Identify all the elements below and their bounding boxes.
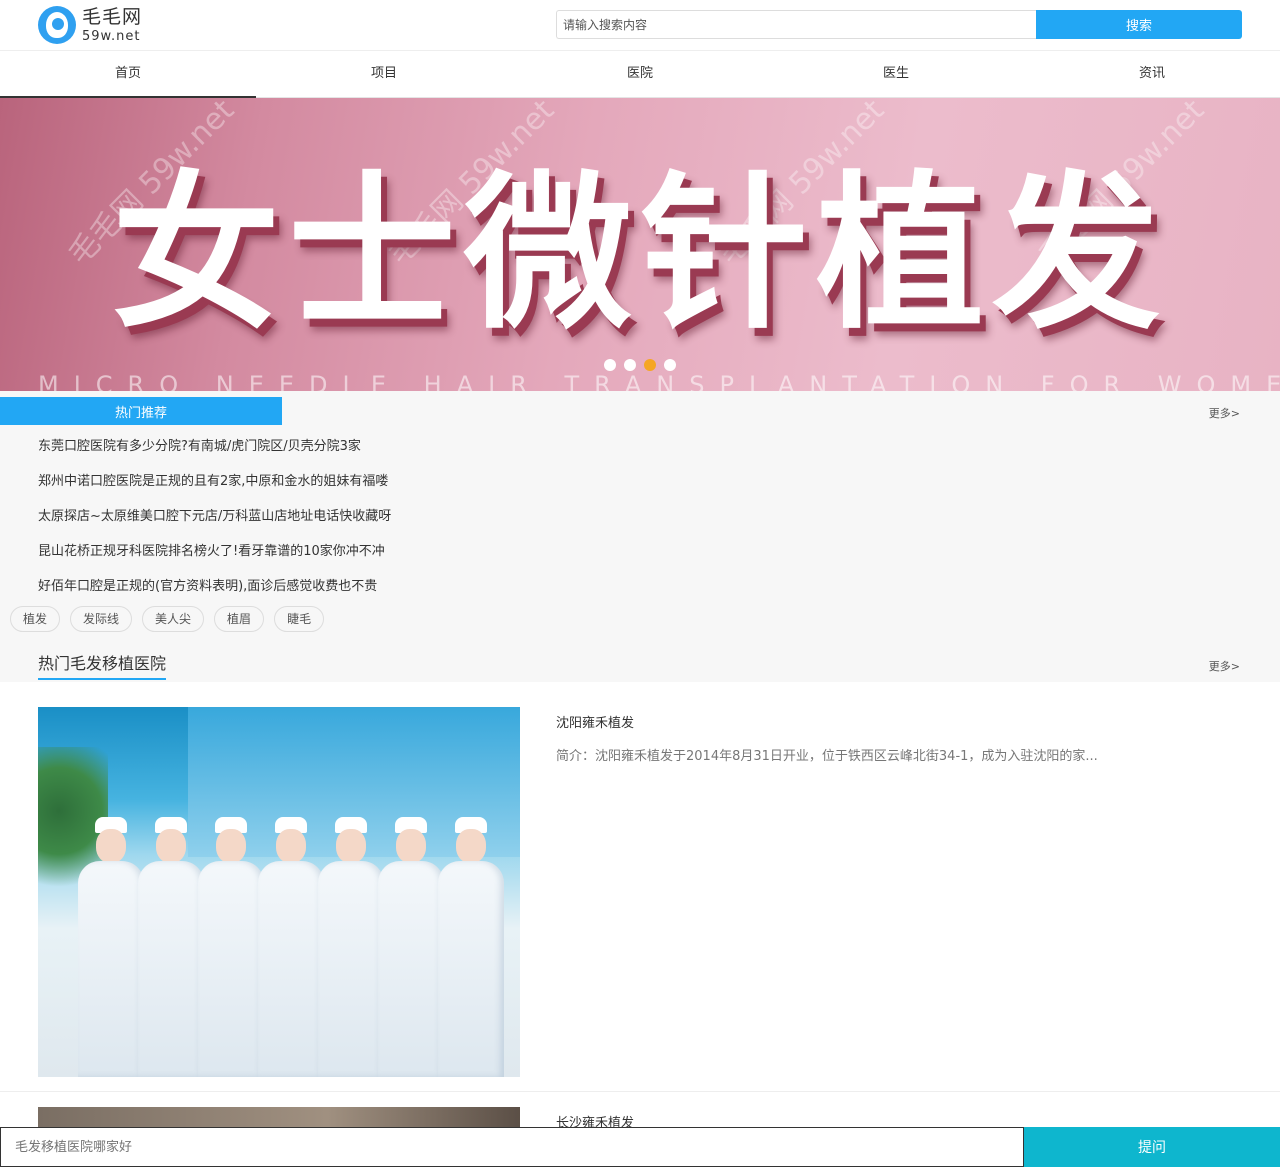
photo-nurse — [258, 817, 324, 1077]
site-header: 毛毛网 59w.net 搜索 — [0, 0, 1280, 50]
nav-item-hospitals[interactable]: 医院 — [512, 51, 768, 97]
ask-bar: 提问 — [0, 1127, 1280, 1167]
list-item[interactable]: 郑州中诺口腔医院是正规的且有2家,中原和金水的姐妹有福喽 — [0, 464, 1280, 499]
nav-item-doctors[interactable]: 医生 — [768, 51, 1024, 97]
tag-list: 植发 发际线 美人尖 植眉 睫毛 — [0, 606, 1280, 632]
tag-widows-peak[interactable]: 美人尖 — [142, 606, 205, 632]
tag-eyebrow[interactable]: 植眉 — [214, 606, 265, 632]
hot-recommend-tab[interactable]: 热门推荐 — [0, 397, 282, 425]
hospital-card[interactable]: 沈阳雍禾植发 简介：沈阳雍禾植发于2014年8月31日开业，位于铁西区云峰北街3… — [0, 682, 1280, 1092]
list-item[interactable]: 昆山花桥正规牙科医院排名榜火了!看牙靠谱的10家你冲不冲 — [0, 534, 1280, 569]
site-logo[interactable]: 毛毛网 59w.net — [38, 5, 142, 45]
carousel-dot[interactable] — [604, 359, 616, 371]
list-item[interactable]: 好佰年口腔是正规的(官方资料表明),面诊后感觉收费也不贵 — [0, 569, 1280, 604]
carousel-dot[interactable] — [664, 359, 676, 371]
carousel-dot-active[interactable] — [644, 359, 656, 371]
carousel-dot[interactable] — [624, 359, 636, 371]
hospital-more-link[interactable]: 更多> — [1209, 658, 1240, 674]
list-item[interactable]: 太原探店~太原维美口腔下元店/万科蓝山店地址电话快收藏呀 — [0, 499, 1280, 534]
tag-hair-transplant[interactable]: 植发 — [10, 606, 61, 632]
hero-banner[interactable]: 毛毛网 59w.net 毛毛网 59w.net 毛毛网 59w.net 毛毛网 … — [0, 98, 1280, 391]
banner-subtitle: MICRO NEEDLE HAIR TRANSPLANTATION FOR WO… — [38, 371, 1280, 391]
ask-input[interactable] — [0, 1127, 1024, 1167]
hospital-section-title: 热门毛发移植医院 — [38, 650, 167, 680]
main-nav: 首页 项目 医院 医生 资讯 — [0, 50, 1280, 98]
photo-nurse — [438, 817, 504, 1077]
search-input[interactable] — [556, 10, 1036, 39]
hot-section-header: 热门推荐 更多> — [0, 397, 1280, 427]
photo-nurse — [78, 817, 144, 1077]
search-bar: 搜索 — [556, 10, 1242, 39]
photo-nurse — [318, 817, 384, 1077]
hospital-section-header: 热门毛发移植医院 更多> — [0, 642, 1280, 682]
hospital-name[interactable]: 沈阳雍禾植发 — [556, 712, 634, 731]
list-item[interactable]: 东莞口腔医院有多少分院?有南城/虎门院区/贝壳分院3家 — [0, 429, 1280, 464]
nav-item-projects[interactable]: 项目 — [256, 51, 512, 97]
photo-nurse — [378, 817, 444, 1077]
hospital-photo[interactable] — [38, 707, 520, 1077]
ask-button[interactable]: 提问 — [1024, 1127, 1280, 1167]
tag-hairline[interactable]: 发际线 — [70, 606, 133, 632]
hot-more-link[interactable]: 更多> — [1209, 405, 1240, 421]
tag-eyelash[interactable]: 睫毛 — [274, 606, 325, 632]
photo-nurse — [198, 817, 264, 1077]
nav-item-home[interactable]: 首页 — [0, 51, 256, 98]
hot-news-list: 东莞口腔医院有多少分院?有南城/虎门院区/贝壳分院3家 郑州中诺口腔医院是正规的… — [0, 429, 1280, 604]
search-button[interactable]: 搜索 — [1036, 10, 1242, 39]
logo-icon — [38, 6, 76, 44]
hospital-description: 简介：沈阳雍禾植发于2014年8月31日开业，位于铁西区云峰北街34-1，成为入… — [556, 749, 1098, 764]
logo-text: 毛毛网 59w.net — [82, 5, 143, 44]
nav-item-news[interactable]: 资讯 — [1024, 51, 1280, 97]
logo-name: 毛毛网 — [82, 5, 143, 28]
logo-domain: 59w.net — [82, 28, 141, 44]
banner-title: 女士微针植发 — [112, 156, 1168, 352]
carousel-dots — [604, 359, 676, 371]
photo-nurse — [138, 817, 204, 1077]
